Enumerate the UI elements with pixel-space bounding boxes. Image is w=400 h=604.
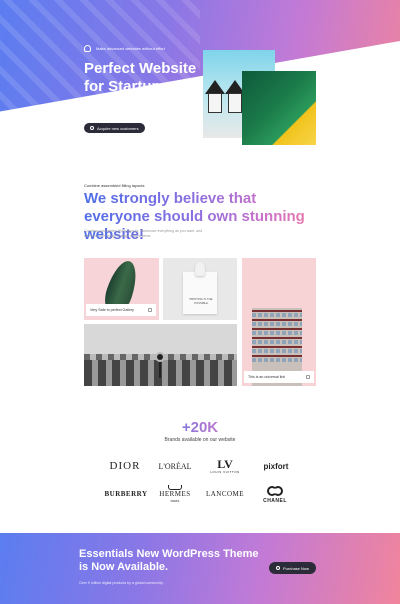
gallery-caption: Very Safe to perfect Gallery [86, 304, 156, 316]
purchase-now-button-label: Purchase Now [283, 565, 310, 571]
gallery-caption: This is an universal link [244, 371, 314, 383]
brands-count: +20K [0, 419, 400, 436]
brand-logo-lv-text: LOUIS VUITTON [210, 470, 240, 474]
expand-icon[interactable] [148, 308, 152, 312]
hero-description: Combine assembled filling layouts, custo… [84, 101, 186, 110]
lamp-head [155, 352, 165, 362]
gallery-card-plant[interactable]: Very Safe to perfect Gallery [84, 258, 159, 320]
chanel-cc-icon [267, 486, 283, 496]
gallery-caption-text: This is an universal link [248, 375, 286, 379]
hero-eyebrow-text: Make advanced websites without effort [96, 46, 165, 51]
brand-logo-dior: DIOR [109, 460, 141, 472]
purchase-now-button[interactable]: Purchase Now [269, 562, 317, 574]
hero-bottom-fill [0, 150, 400, 190]
brands-count-label: Brands available on our website [164, 437, 236, 443]
brand-logo-hermes-text: HERMES [159, 490, 191, 498]
brand-logo-chanel: CHANEL [255, 484, 295, 506]
hero-image-leaves [242, 71, 316, 145]
brand-logo-loreal: L'ORÉAL [158, 461, 192, 471]
paper-bag-knot [195, 262, 205, 276]
hero-title: Perfect Website for Startup [84, 60, 197, 95]
brand-logo-burberry: BURBERRY [104, 490, 148, 498]
paper-bag-image [183, 272, 217, 314]
gallery-card-bag[interactable]: PRINTING IS THE POSSIBLE [163, 258, 237, 320]
circle-icon [90, 126, 94, 130]
paper-bag-text: PRINTING IS THE POSSIBLE [189, 297, 213, 305]
brand-logo-hermes: HERMES PARIS [154, 484, 196, 504]
intro-eyebrow: Combine assembled filling layouts [84, 183, 145, 188]
cta-title: Essentials New WordPress Theme is Now Av… [79, 548, 259, 573]
expand-icon[interactable] [306, 375, 310, 379]
brand-logo-pixfort: pixfort [263, 461, 289, 471]
bag-icon [84, 45, 91, 52]
brand-logo-louis-vuitton: LV LOUIS VUITTON [204, 456, 246, 476]
architecture-pattern [84, 360, 237, 386]
intro-description: Combine assembled filling layouts, custo… [84, 229, 203, 238]
gallery-card-architecture[interactable] [84, 324, 237, 386]
hero-eyebrow: Make advanced websites without effort [84, 45, 165, 52]
brand-logo-lv-monogram: LV [217, 457, 233, 471]
brand-logo-lancome: LANCOME [205, 490, 245, 498]
brand-logo-chanel-text: CHANEL [263, 498, 287, 504]
acquire-customers-button-label: Acquire new customers [97, 125, 139, 131]
gallery-caption-text: Very Safe to perfect Gallery [90, 308, 134, 312]
cta-description: Over 9 million digital products by a glo… [79, 581, 164, 585]
circle-icon [276, 566, 280, 570]
gallery-card-building[interactable]: This is an universal link [242, 258, 316, 386]
brand-logo-hermes-sub: PARIS [170, 499, 180, 503]
acquire-customers-button[interactable]: Acquire new customers [84, 123, 145, 133]
